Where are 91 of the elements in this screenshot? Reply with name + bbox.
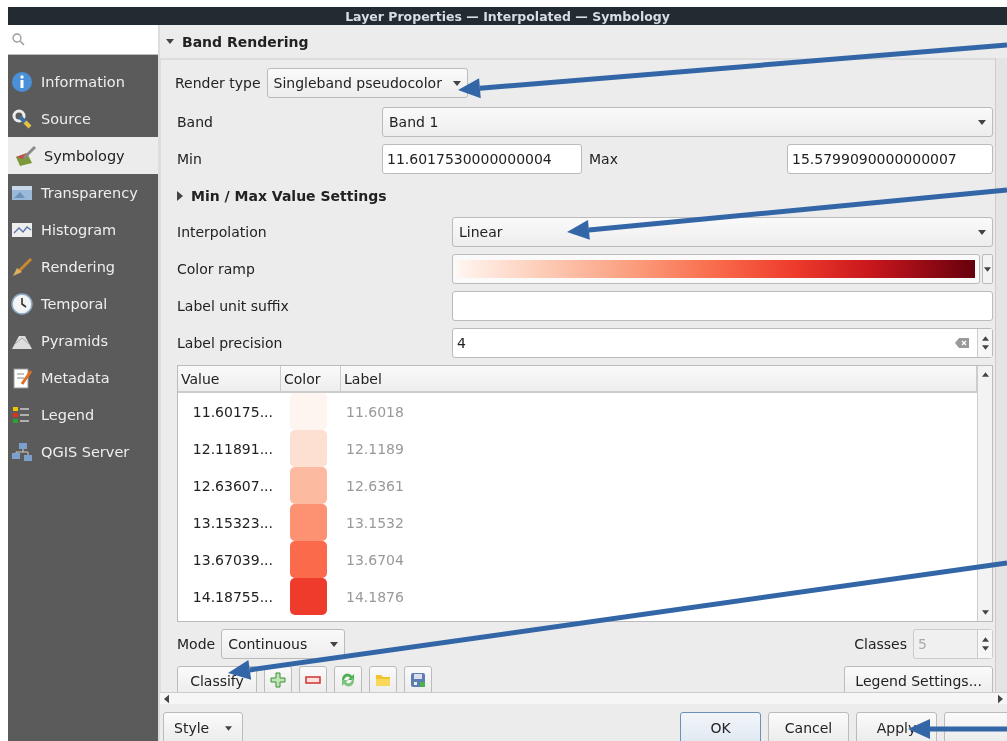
table-cell-text: 12.11891...: [191, 440, 274, 457]
folder-icon: [375, 672, 391, 688]
caret-icon: [225, 725, 232, 731]
search-icon: [12, 33, 25, 46]
field-label: Classes: [854, 636, 907, 652]
caret-icon: [978, 119, 986, 125]
dropdown[interactable]: Continuous: [221, 629, 346, 659]
scrollbar[interactable]: [160, 692, 1007, 704]
field-label: Render type: [175, 75, 261, 91]
caret-icon: [978, 229, 986, 235]
table-cell-text: 13.67039...: [191, 551, 274, 568]
sidebar-item[interactable]: QGIS Server: [8, 433, 158, 470]
scrollbar[interactable]: [995, 58, 1007, 692]
table-cell-text: 14.18755...: [191, 588, 274, 605]
input-field[interactable]: 11.6017530000000004: [382, 144, 582, 174]
search-field[interactable]: [8, 25, 158, 55]
sidebar-item[interactable]: Information: [8, 63, 158, 100]
table-cell-text: 12.1189: [345, 440, 405, 457]
field-label: Band: [177, 114, 214, 130]
color-swatch[interactable]: [289, 393, 327, 430]
color-swatch[interactable]: [289, 541, 327, 578]
caret-icon: [330, 641, 339, 647]
sidebar-item[interactable]: Transparency: [8, 174, 158, 211]
column-header[interactable]: Color: [281, 366, 341, 391]
refresh-icon: [340, 672, 356, 688]
spin-box[interactable]: 4: [452, 328, 993, 358]
folder-button[interactable]: [369, 666, 397, 692]
table-cell-text: 14.1876: [345, 588, 405, 605]
brush-icon: [14, 144, 36, 167]
style-button[interactable]: Style: [163, 712, 243, 741]
dropdown[interactable]: Linear: [452, 217, 993, 247]
field-label: Color ramp: [177, 261, 256, 277]
column-header[interactable]: Value: [178, 366, 281, 391]
document-edit-icon: [11, 366, 33, 389]
sidebar-item[interactable]: Histogram: [8, 211, 158, 248]
caret-icon: [981, 610, 989, 615]
dropdown[interactable]: Band 1: [382, 107, 993, 137]
sidebar-item[interactable]: Symbology: [8, 137, 158, 174]
table-cell-text: 11.60175...: [191, 403, 274, 420]
table-cell-text: 13.1532: [345, 514, 405, 531]
table-cell-text: 11.6018: [345, 403, 405, 420]
color-swatch[interactable]: [289, 578, 327, 615]
dropdown[interactable]: Singleband pseudocolor: [266, 68, 468, 98]
color-swatch[interactable]: [289, 467, 327, 504]
color-swatch[interactable]: [289, 430, 327, 467]
tools-icon: [11, 107, 33, 130]
sidebar-item[interactable]: Source: [8, 100, 158, 137]
group-title[interactable]: Min / Max Value Settings: [191, 187, 387, 204]
field-label: Interpolation: [177, 224, 268, 240]
input-field[interactable]: [452, 291, 993, 321]
table-cell-text: 12.6361: [345, 477, 405, 494]
dropdown-button[interactable]: [982, 254, 993, 284]
remove-button[interactable]: [299, 666, 327, 692]
clear-icon[interactable]: [955, 338, 969, 348]
refresh-button[interactable]: [334, 666, 362, 692]
table-cell-text: 13.6704: [345, 551, 405, 568]
field-label: Max: [588, 151, 619, 167]
color-ramp-button[interactable]: [452, 254, 980, 284]
field-value: 5: [917, 635, 928, 654]
field-label: Label precision: [177, 335, 284, 351]
caret-icon: [452, 80, 461, 86]
dialog-button[interactable]: Cancel: [768, 712, 849, 741]
info-icon: [11, 70, 33, 93]
field-value: 4: [457, 335, 466, 351]
sidebar-item[interactable]: Metadata: [8, 359, 158, 396]
input-field[interactable]: 15.5799090000000007: [787, 144, 993, 174]
clock-icon: [11, 292, 33, 315]
table-cell-text: 12.63607...: [191, 477, 274, 494]
caret-icon: [981, 372, 989, 377]
caret-icon: [998, 693, 1003, 704]
window-title: Layer Properties — Interpolated — Symbology: [345, 8, 670, 24]
save-icon: [410, 672, 426, 688]
save-button[interactable]: [404, 666, 432, 692]
field-label: Mode: [177, 636, 216, 652]
legend-settings-button[interactable]: Legend Settings...: [844, 666, 993, 692]
sidebar-item[interactable]: Pyramids: [8, 322, 158, 359]
color-swatch[interactable]: [289, 504, 327, 541]
scrollbar[interactable]: [977, 366, 992, 621]
section-title: Band Rendering: [182, 33, 309, 50]
dialog-button[interactable]: OK: [680, 712, 761, 741]
field-label: Label unit suffix: [177, 298, 290, 314]
caret-icon: [984, 266, 991, 272]
network-icon: [11, 440, 33, 463]
sidebar-item[interactable]: Temporal: [8, 285, 158, 322]
table-cell-text: 13.15323...: [191, 514, 274, 531]
field-label: Min: [177, 151, 203, 167]
caret-icon: [164, 693, 169, 704]
paintbrush-icon: [11, 255, 33, 278]
sidebar-item[interactable]: Rendering: [8, 248, 158, 285]
sidebar-item[interactable]: Legend: [8, 396, 158, 433]
add-icon: [270, 672, 286, 688]
